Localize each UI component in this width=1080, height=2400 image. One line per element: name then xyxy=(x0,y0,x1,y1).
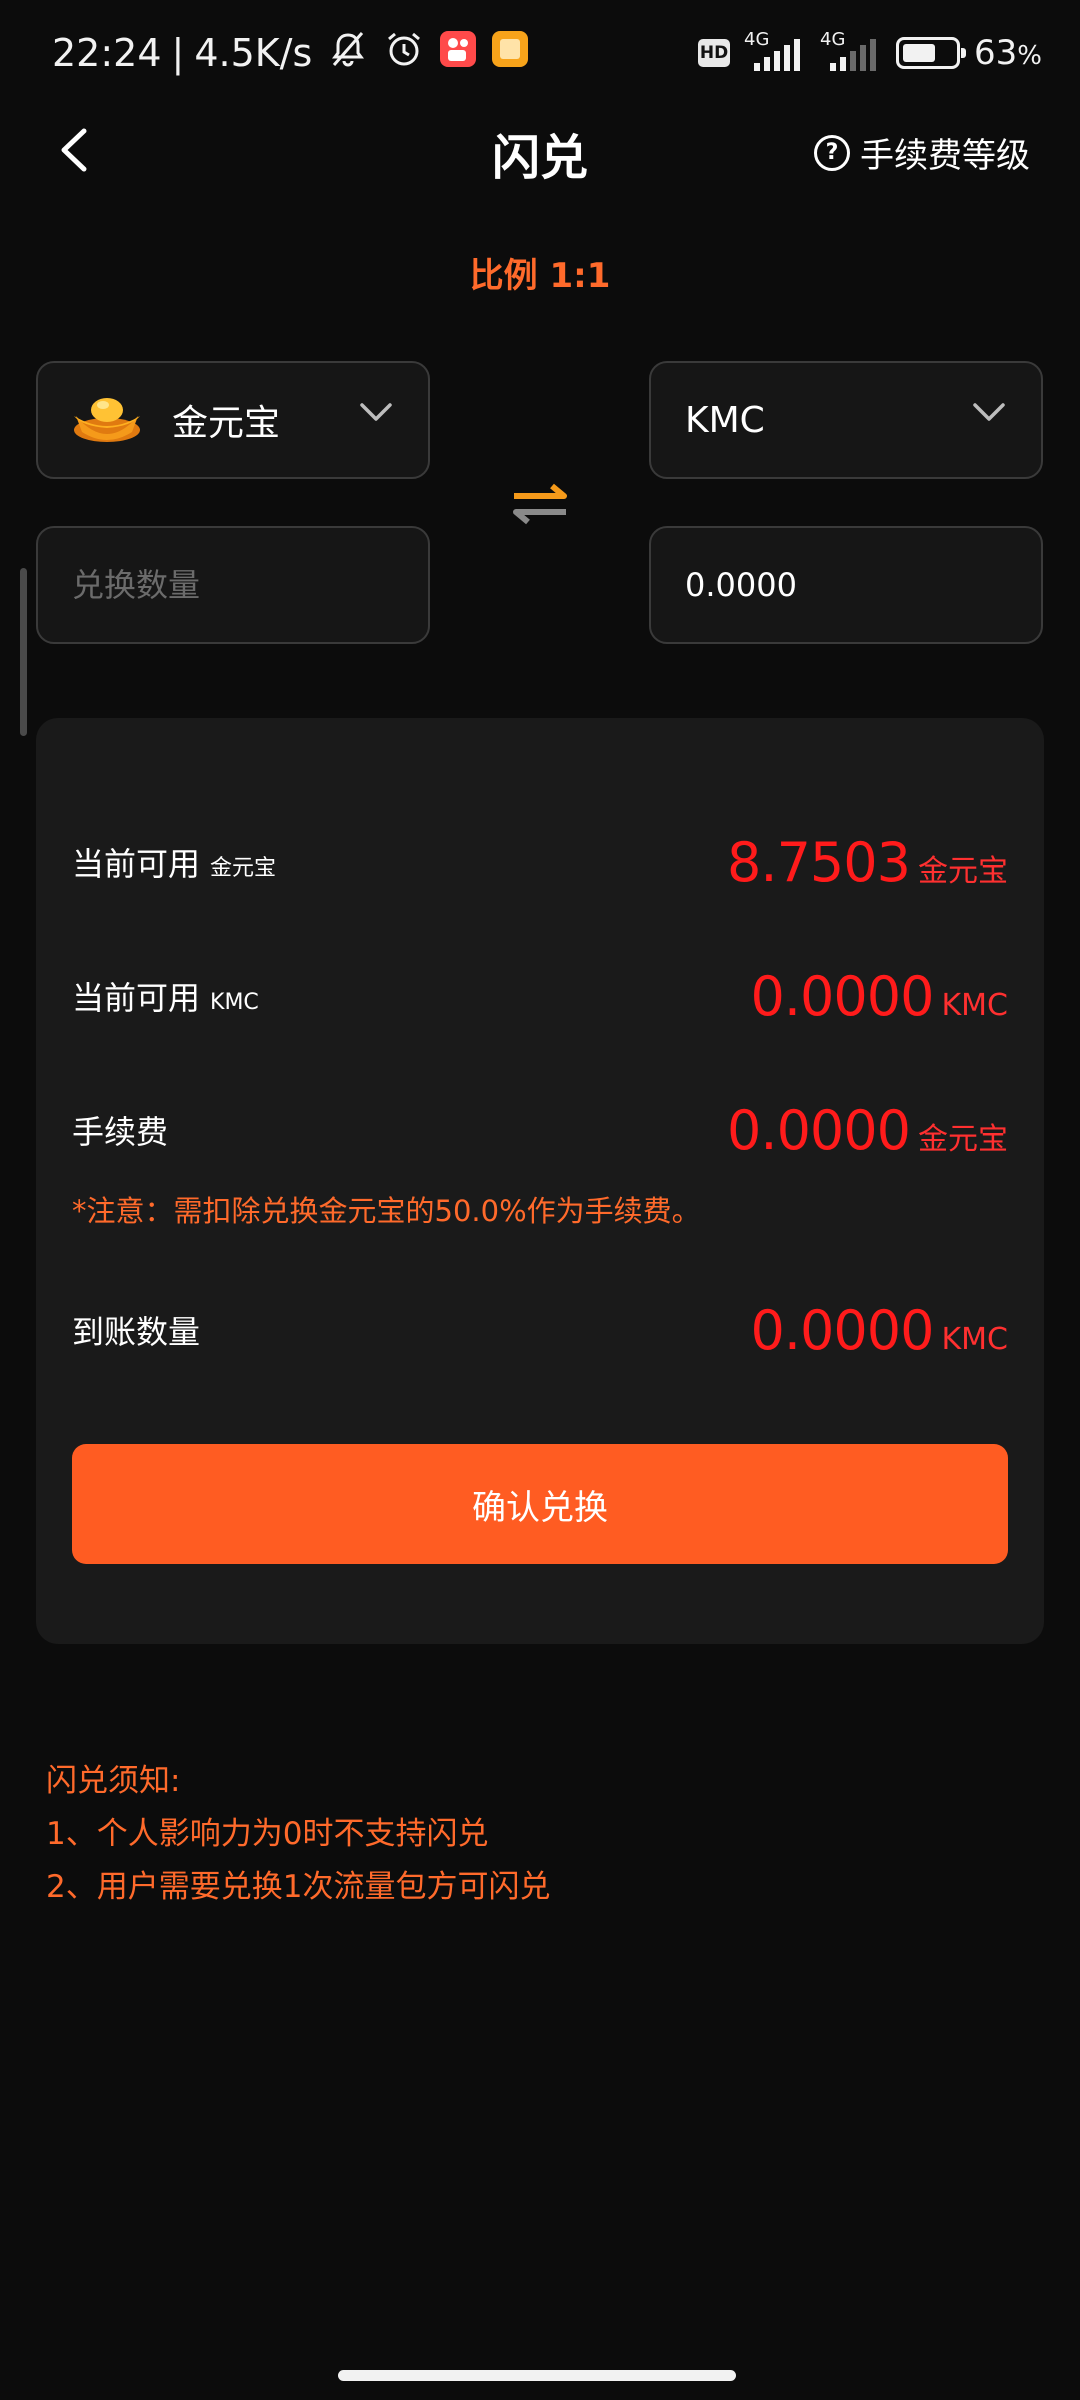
battery-percent: 63% xyxy=(974,33,1042,73)
clock: 22:24 xyxy=(52,31,162,75)
exchange-details-card: 当前可用 金元宝 8.7503 金元宝 当前可用 KMC 0.0000 KMC … xyxy=(36,718,1044,1644)
kuaishou-app-icon xyxy=(440,30,477,76)
to-amount-value: 0.0000 xyxy=(685,566,797,604)
notice-item: 1、个人影响力为0时不支持闪兑 xyxy=(46,1816,489,1852)
help-icon: ? xyxy=(814,134,850,171)
status-separator: | xyxy=(171,31,185,75)
fee-value: 0.0000 xyxy=(727,1098,911,1162)
mute-icon xyxy=(328,29,368,78)
from-token-select[interactable]: 金元宝 xyxy=(36,361,430,479)
available-to-label: 当前可用 xyxy=(72,979,201,1017)
fee-level-label: 手续费等级 xyxy=(860,136,1030,176)
fee-label: 手续费 xyxy=(72,1113,169,1151)
to-amount-field: 0.0000 xyxy=(649,526,1043,644)
fee-level-link[interactable]: ? 手续费等级 xyxy=(814,128,1030,177)
swap-arrows-icon xyxy=(513,483,567,525)
available-from-label: 当前可用 xyxy=(72,845,201,883)
status-bar-left: 22:24 | 4.5K/s xyxy=(52,28,529,78)
available-from-unit-label: 金元宝 xyxy=(210,856,277,881)
gold-ingot-icon xyxy=(72,392,142,448)
to-token-select[interactable]: KMC xyxy=(649,361,1043,479)
available-to-unit-label: KMC xyxy=(210,990,259,1015)
top-nav: 闪兑 ? 手续费等级 xyxy=(0,100,1080,200)
available-to-unit: KMC xyxy=(941,987,1008,1023)
available-to-row: 当前可用 KMC 0.0000 KMC xyxy=(72,956,1008,1036)
fee-note: *注意：需扣除兑换金元宝的50.0%作为手续费。 xyxy=(72,1194,701,1228)
notice-title: 闪兑须知: xyxy=(46,1763,181,1799)
battery-fill xyxy=(903,44,936,62)
signal-4g-icon: 4G xyxy=(820,29,882,73)
exchange-ratio: 比例 1:1 xyxy=(469,256,611,296)
scroll-indicator[interactable] xyxy=(20,568,27,736)
received-value: 0.0000 xyxy=(750,1298,935,1362)
fee-unit: 金元宝 xyxy=(918,1121,1008,1157)
network-speed: 4.5K/s xyxy=(194,31,313,75)
from-amount-input[interactable] xyxy=(72,566,392,604)
status-bar: 22:24 | 4.5K/s HD 4G 4G 63% xyxy=(0,0,1080,100)
notice-item: 2、用户需要兑换1次流量包方可闪兑 xyxy=(46,1869,551,1905)
notes-app-icon xyxy=(492,30,529,76)
battery-icon xyxy=(896,37,967,69)
signal-4g-icon: 4G xyxy=(744,29,806,73)
alarm-icon xyxy=(384,29,424,78)
available-to-value: 0.0000 xyxy=(750,964,935,1028)
flash-exchange-screen: 22:24 | 4.5K/s HD 4G 4G 63% 闪兑 ? 手续费等级 比… xyxy=(0,0,1080,2400)
fee-row: 手续费 0.0000 金元宝 xyxy=(72,1090,1008,1170)
available-from-unit: 金元宝 xyxy=(918,853,1008,889)
received-unit: KMC xyxy=(941,1321,1008,1357)
received-label: 到账数量 xyxy=(72,1313,201,1351)
home-indicator[interactable] xyxy=(338,2370,736,2381)
to-token-label: KMC xyxy=(685,399,765,441)
chevron-down-icon xyxy=(360,403,392,421)
chevron-down-icon xyxy=(973,403,1005,421)
status-bar-right: HD 4G 4G 63% xyxy=(698,28,1042,78)
confirm-exchange-button[interactable]: 确认兑换 xyxy=(72,1444,1008,1564)
received-row: 到账数量 0.0000 KMC xyxy=(72,1290,1008,1370)
hd-icon: HD xyxy=(698,39,731,67)
available-from-row: 当前可用 金元宝 8.7503 金元宝 xyxy=(72,822,1008,902)
exchange-notice: 闪兑须知: 1、个人影响力为0时不支持闪兑 2、用户需要兑换1次流量包方可闪兑 xyxy=(46,1755,550,1914)
from-token-label: 金元宝 xyxy=(172,403,281,444)
available-from-value: 8.7503 xyxy=(727,830,911,894)
swap-button[interactable] xyxy=(508,472,572,536)
from-amount-field[interactable] xyxy=(36,526,430,644)
